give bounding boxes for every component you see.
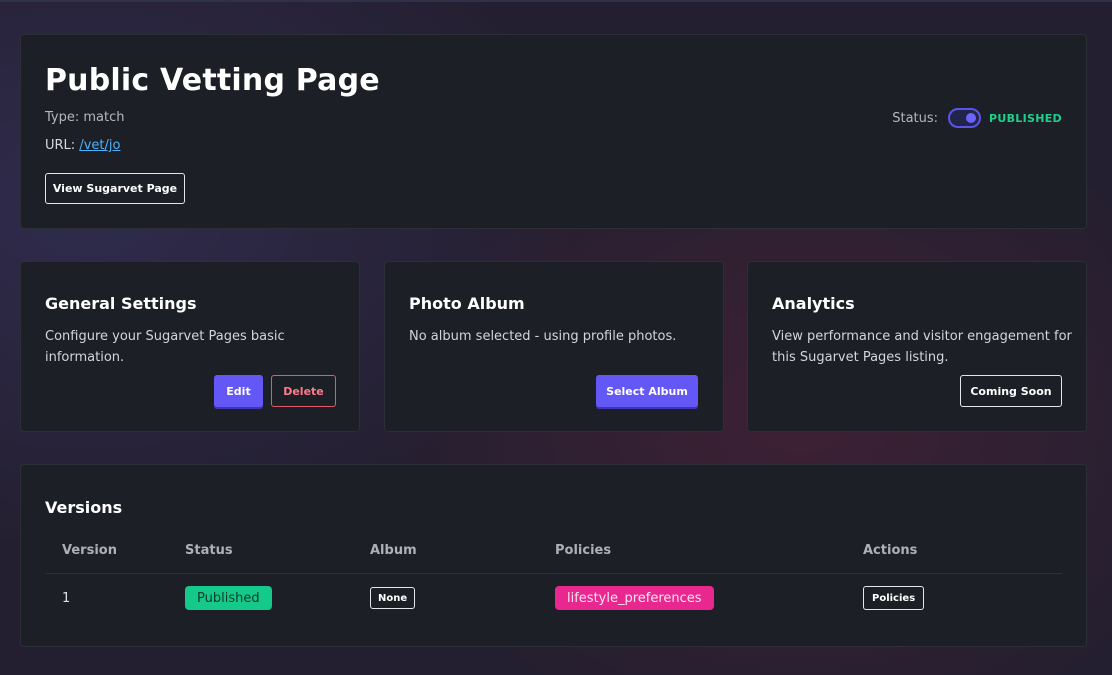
url-label: URL: [45, 138, 76, 153]
card-description: No album selected - using profile photos… [409, 329, 677, 344]
card-description: View performance and visitor engagement … [772, 329, 1072, 365]
page-url-line: URL: /vet/jo [45, 138, 120, 153]
version-policies-cell: lifestyle_preferences [555, 586, 714, 610]
card-title: General Settings [45, 294, 197, 313]
column-header-actions: Actions [863, 543, 918, 558]
version-actions-cell: Policies [863, 586, 925, 610]
status-badge: Published [185, 586, 272, 610]
toggle-knob [966, 113, 977, 123]
view-page-button[interactable]: View Sugarvet Page [45, 173, 185, 204]
page-header-card: Public Vetting Page Type: match URL: /ve… [20, 34, 1087, 229]
card-title: Analytics [772, 294, 855, 313]
policies-button[interactable]: Policies [863, 586, 925, 610]
card-title: Photo Album [409, 294, 525, 313]
top-border [0, 0, 1112, 2]
versions-card: Versions Version Status Album Policies A… [20, 464, 1087, 647]
coming-soon-button[interactable]: Coming Soon [960, 375, 1062, 407]
page-type: Type: match [45, 110, 125, 125]
column-header-album: Album [370, 543, 417, 558]
page-title: Public Vetting Page [45, 63, 380, 98]
column-header-status: Status [185, 543, 233, 558]
publish-toggle[interactable] [948, 108, 982, 128]
general-settings-card: General Settings Configure your Sugarvet… [20, 261, 360, 432]
column-header-version: Version [62, 543, 117, 558]
photo-album-card: Photo Album No album selected - using pr… [384, 261, 724, 432]
column-header-policies: Policies [555, 543, 612, 558]
select-album-button[interactable]: Select Album [596, 375, 698, 407]
policy-badge: lifestyle_preferences [555, 586, 714, 610]
status-value: PUBLISHED [989, 111, 1062, 125]
version-album-cell: None [370, 586, 416, 610]
page-url-link[interactable]: /vet/jo [79, 138, 120, 153]
edit-button[interactable]: Edit [214, 375, 263, 407]
album-badge: None [370, 587, 416, 609]
versions-title: Versions [45, 498, 123, 517]
card-description: Configure your Sugarvet Pages basic info… [45, 329, 285, 365]
delete-button[interactable]: Delete [271, 375, 336, 407]
table-divider [45, 573, 1062, 574]
status-label: Status: [892, 110, 939, 126]
version-number: 1 [62, 590, 71, 606]
status-control: Status: PUBLISHED [892, 108, 1062, 128]
version-status-cell: Published [185, 586, 272, 610]
analytics-card: Analytics View performance and visitor e… [747, 261, 1087, 432]
